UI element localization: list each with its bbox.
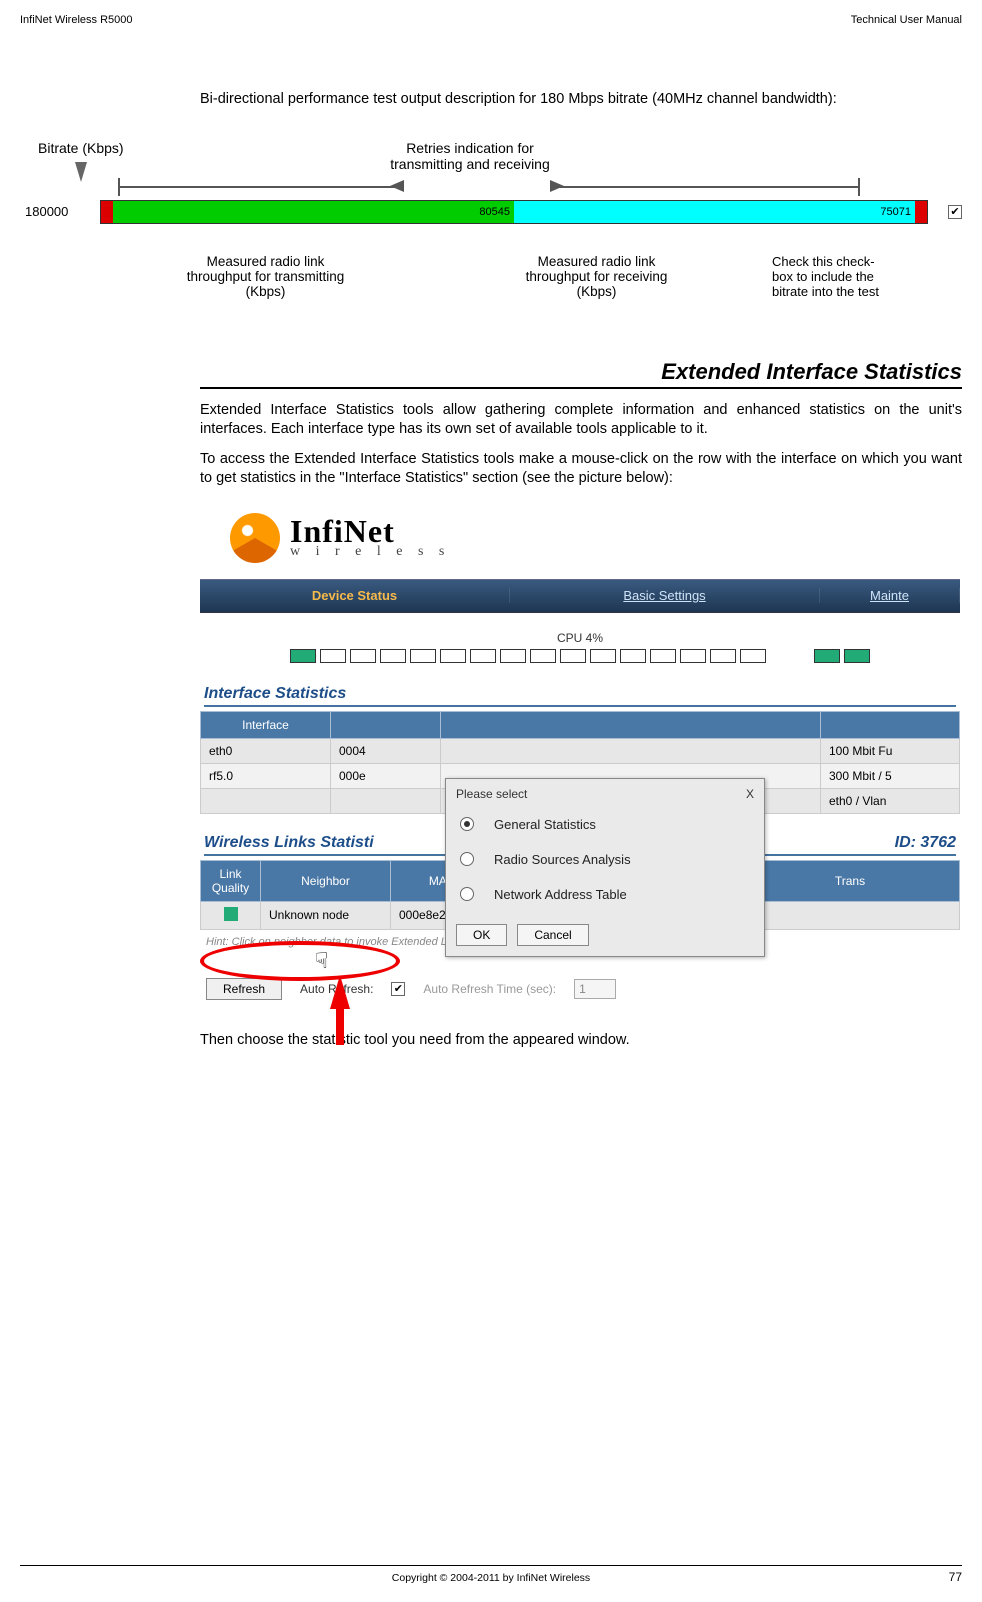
interface-statistics-title: Interface Statistics [204, 685, 956, 707]
radio-icon[interactable] [460, 852, 474, 866]
popup-option-network-address[interactable]: Network Address Table [456, 877, 754, 912]
auto-refresh-checkbox[interactable]: ✔ [391, 982, 405, 996]
retries-rx-segment [915, 201, 927, 223]
col-trans: Trans [741, 860, 960, 901]
col-mode [821, 711, 960, 738]
auto-refresh-time-label: Auto Refresh Time (sec): [423, 982, 556, 996]
popup-option-label: Radio Sources Analysis [494, 852, 631, 867]
tab-device-status[interactable]: Device Status [200, 588, 510, 603]
cpu-cell [320, 649, 346, 663]
iface-name: eth0 [201, 738, 331, 763]
cpu-label: CPU 4% [200, 631, 960, 645]
bitrate-label: Bitrate (Kbps) [38, 140, 124, 156]
popup-title: Please select [456, 787, 527, 801]
cpu-cell-right [844, 649, 870, 663]
iface-mac: 0004 [331, 738, 441, 763]
col-link-quality: Link Quality [201, 860, 261, 901]
nav-bar: Device Status Basic Settings Mainte [200, 579, 960, 613]
cpu-cell [350, 649, 376, 663]
arrow-left-icon [390, 180, 404, 192]
tx-throughput-segment: 80545 [113, 201, 514, 223]
hand-cursor-icon: ☟ [315, 948, 328, 974]
iface-mode: 300 Mbit / 5 [821, 763, 960, 788]
cpu-cell [530, 649, 556, 663]
tab-maintenance[interactable]: Mainte [820, 588, 960, 603]
header-right: Technical User Manual [851, 14, 962, 26]
retries-tx-segment [101, 201, 113, 223]
intro-paragraph: Bi-directional performance test output d… [200, 90, 962, 110]
device-status-screenshot: InfiNet w i r e l e s s Device Status Ba… [200, 503, 960, 1000]
retries-label: Retries indication for transmitting and … [355, 140, 585, 172]
closing-paragraph: Then choose the statistic tool you need … [200, 1032, 962, 1048]
throughput-test-diagram: Bitrate (Kbps) Retries indication for tr… [20, 140, 962, 299]
popup-option-label: General Statistics [494, 817, 596, 832]
popup-option-general[interactable]: General Statistics [456, 807, 754, 842]
logo: InfiNet w i r e l e s s [200, 503, 960, 579]
cpu-cell [710, 649, 736, 663]
popup-option-label: Network Address Table [494, 887, 627, 902]
radio-icon[interactable] [460, 887, 474, 901]
iface-mac: 000e [331, 763, 441, 788]
cpu-cell [740, 649, 766, 663]
bitrate-include-checkbox[interactable]: ✔ [948, 205, 962, 219]
bracket-line [120, 186, 400, 188]
bitrate-value: 180000 [20, 204, 100, 219]
auto-refresh-time-input[interactable]: 1 [574, 979, 616, 999]
cpu-usage-bars [200, 649, 960, 663]
wl-neighbor: Unknown node [261, 901, 391, 929]
refresh-button[interactable]: Refresh [206, 978, 282, 1000]
cpu-cell [500, 649, 526, 663]
cpu-cell [560, 649, 586, 663]
throughput-bar: 80545 75071 [100, 200, 928, 224]
logo-swirl-icon [230, 513, 280, 563]
col-interface: Interface [201, 711, 331, 738]
tab-basic-settings[interactable]: Basic Settings [510, 588, 820, 603]
radio-icon[interactable] [460, 817, 474, 831]
logo-subtext: w i r e l e s s [290, 546, 450, 559]
popup-close-button[interactable]: X [746, 787, 754, 801]
cpu-cell [590, 649, 616, 663]
cpu-cell [620, 649, 646, 663]
iface-name: rf5.0 [201, 763, 331, 788]
rx-throughput-label: Measured radio link throughput for recei… [431, 254, 762, 299]
bracket-line [550, 186, 860, 188]
section-para-2: To access the Extended Interface Statist… [200, 450, 962, 489]
header-left: InfiNet Wireless R5000 [20, 14, 133, 26]
popup-cancel-button[interactable]: Cancel [517, 924, 588, 946]
section-heading: Extended Interface Statistics [200, 359, 962, 385]
wireless-links-title: Wireless Links Statisti [204, 834, 374, 852]
section-para-1: Extended Interface Statistics tools allo… [200, 401, 962, 440]
iface-mode: 100 Mbit Fu [821, 738, 960, 763]
cpu-cell [440, 649, 466, 663]
wireless-links-id: ID: 3762 [895, 834, 956, 852]
link-quality-indicator [224, 907, 238, 921]
footer-copyright: Copyright © 2004-2011 by InfiNet Wireles… [392, 1572, 590, 1584]
logo-brand: InfiNet [290, 517, 450, 546]
arrow-down-icon [75, 162, 87, 182]
bracket-cap [118, 178, 120, 196]
cpu-cell [650, 649, 676, 663]
statistics-popup: Please select X General Statistics Radio… [445, 778, 765, 957]
footer-page-number: 77 [949, 1570, 962, 1584]
section-rule [200, 387, 962, 389]
col-mac [331, 711, 441, 738]
cpu-cell-right [814, 649, 840, 663]
col-neighbor: Neighbor [261, 860, 391, 901]
popup-ok-button[interactable]: OK [456, 924, 507, 946]
cpu-cell [470, 649, 496, 663]
red-arrow-shaft [336, 1001, 344, 1045]
bracket-cap [858, 178, 860, 196]
cpu-cell [380, 649, 406, 663]
cpu-cell [410, 649, 436, 663]
popup-option-radio-sources[interactable]: Radio Sources Analysis [456, 842, 754, 877]
tx-throughput-label: Measured radio link throughput for trans… [100, 254, 431, 299]
table-row[interactable]: eth0 0004 100 Mbit Fu [201, 738, 960, 763]
rx-throughput-segment: 75071 [514, 201, 915, 223]
cpu-cell [680, 649, 706, 663]
cpu-cell [290, 649, 316, 663]
iface-mode: eth0 / Vlan [821, 788, 960, 813]
checkbox-label: Check this check- box to include the bit… [762, 254, 962, 299]
arrow-right-icon [550, 180, 564, 192]
col-blank [441, 711, 821, 738]
